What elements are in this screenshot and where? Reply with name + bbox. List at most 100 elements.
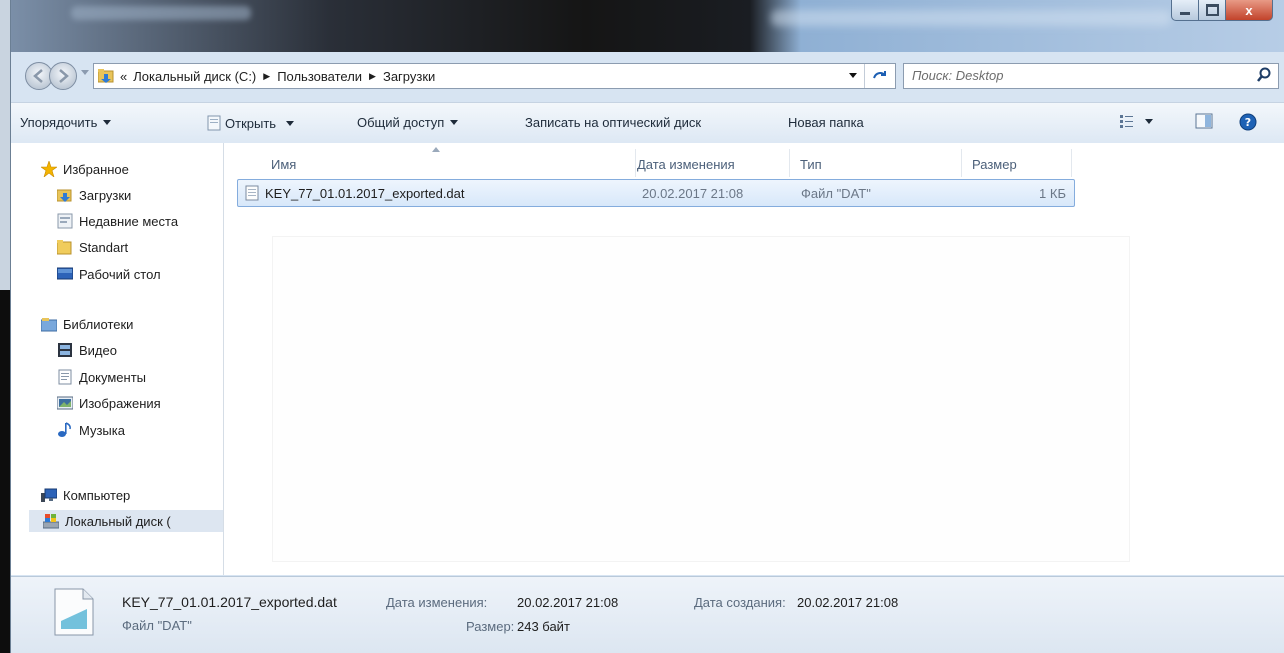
- details-file-type: Файл "DAT": [122, 618, 192, 633]
- nav-item-pictures[interactable]: Изображения: [57, 392, 161, 414]
- maximize-icon: [1205, 4, 1219, 16]
- column-divider[interactable]: [1071, 149, 1072, 177]
- file-list: Имя Дата изменения Тип Размер KEY_77_01.…: [223, 143, 1284, 575]
- column-header-size[interactable]: Размер: [972, 157, 1017, 172]
- breadcrumb-item[interactable]: Загрузки: [383, 69, 435, 84]
- breadcrumb-separator[interactable]: ▶: [263, 71, 270, 82]
- forward-arrow-icon: [59, 69, 69, 83]
- nav-label: Рабочий стол: [79, 266, 161, 282]
- breadcrumb: « Локальный диск (C:) ▶ Пользователи ▶ З…: [120, 69, 435, 84]
- title-bar: x: [11, 0, 1284, 52]
- breadcrumb-overflow[interactable]: «: [120, 69, 127, 84]
- column-header-date[interactable]: Дата изменения: [637, 157, 735, 172]
- nav-label: Компьютер: [63, 487, 131, 503]
- open-button[interactable]: Открыть: [205, 115, 295, 131]
- details-created-label: Дата создания:: [694, 595, 786, 610]
- file-name: KEY_77_01.01.2017_exported.dat: [265, 186, 465, 201]
- folder-download-icon: [98, 69, 114, 83]
- nav-libraries[interactable]: Библиотеки: [41, 313, 133, 335]
- address-history-dropdown[interactable]: [849, 73, 857, 78]
- column-header-name[interactable]: Имя: [271, 157, 296, 172]
- blurred-region: [771, 10, 1171, 26]
- nav-label: Избранное: [63, 161, 129, 177]
- refresh-icon: [873, 71, 886, 79]
- star-icon: [41, 161, 57, 177]
- navigation-pane: Избранное Загрузки Недавние места Standa…: [11, 143, 224, 575]
- recent-pages-dropdown[interactable]: [81, 70, 89, 75]
- nav-item-desktop[interactable]: Рабочий стол: [57, 263, 161, 285]
- libraries-icon: [41, 318, 57, 332]
- explorer-window: x « Локальный диск (C:) ▶ Пользователи ▶…: [10, 0, 1284, 653]
- preview-pane-button[interactable]: [1195, 113, 1213, 129]
- nav-item-documents[interactable]: Документы: [57, 366, 146, 388]
- nav-item-music[interactable]: Музыка: [57, 419, 125, 441]
- svg-text:?: ?: [1245, 116, 1251, 129]
- column-divider[interactable]: [961, 149, 962, 177]
- help-button[interactable]: ?: [1239, 113, 1257, 131]
- computer-icon: [41, 488, 57, 502]
- view-options-button[interactable]: [1119, 113, 1153, 129]
- documents-icon: [58, 369, 72, 385]
- nav-label: Библиотеки: [63, 316, 134, 332]
- sort-ascending-icon: [432, 147, 440, 152]
- breadcrumb-item[interactable]: Пользователи: [277, 69, 362, 84]
- nav-computer[interactable]: Компьютер: [41, 484, 130, 506]
- address-bar[interactable]: « Локальный диск (C:) ▶ Пользователи ▶ З…: [93, 63, 896, 89]
- file-size: 1 КБ: [1039, 186, 1066, 201]
- command-bar: Упорядочить Открыть Общий доступ Записат…: [11, 102, 1284, 144]
- nav-label: Документы: [79, 369, 147, 385]
- window-controls: x: [1171, 0, 1273, 21]
- recent-places-icon: [57, 213, 73, 229]
- nav-label: Изображения: [79, 395, 161, 411]
- nav-favorites[interactable]: Избранное: [41, 158, 129, 180]
- column-divider[interactable]: [635, 149, 636, 177]
- preview-pane-icon: [1195, 113, 1213, 129]
- nav-item-recent-places[interactable]: Недавние места: [57, 210, 178, 232]
- file-large-icon: [54, 588, 94, 636]
- nav-item-video[interactable]: Видео: [57, 339, 117, 361]
- help-icon: ?: [1239, 113, 1257, 131]
- burn-label: Записать на оптический диск: [525, 115, 702, 130]
- chevron-down-icon: [1145, 118, 1153, 124]
- file-date: 20.02.2017 21:08: [642, 186, 744, 201]
- column-header-type[interactable]: Тип: [800, 157, 822, 172]
- nav-item-downloads[interactable]: Загрузки: [57, 184, 131, 206]
- nav-label: Музыка: [79, 422, 125, 438]
- maximize-button[interactable]: [1199, 0, 1226, 21]
- details-modified-value: 20.02.2017 21:08: [517, 595, 619, 610]
- breadcrumb-separator[interactable]: ▶: [369, 71, 376, 82]
- new-folder-label: Новая папка: [788, 115, 864, 130]
- details-file-name: KEY_77_01.01.2017_exported.dat: [122, 594, 337, 610]
- search-input[interactable]: Поиск: Desktop: [912, 68, 1003, 83]
- organize-button[interactable]: Упорядочить: [20, 115, 112, 130]
- content-area: Избранное Загрузки Недавние места Standa…: [11, 143, 1284, 575]
- chevron-down-icon: [103, 120, 112, 125]
- details-size-value: 243 байт: [517, 619, 570, 634]
- share-label: Общий доступ: [357, 115, 445, 130]
- column-divider[interactable]: [789, 149, 790, 177]
- minimize-button[interactable]: [1171, 0, 1199, 21]
- video-icon: [58, 343, 72, 357]
- nav-label: Недавние места: [79, 213, 179, 229]
- nav-label: Видео: [79, 342, 117, 358]
- chevron-down-icon: [286, 120, 295, 126]
- breadcrumb-item[interactable]: Локальный диск (C:): [133, 69, 256, 84]
- details-size-label: Размер:: [466, 619, 515, 634]
- share-button[interactable]: Общий доступ: [357, 115, 459, 130]
- details-pane: KEY_77_01.01.2017_exported.dat Файл "DAT…: [11, 576, 1284, 653]
- minimize-icon: [1180, 11, 1190, 15]
- search-box[interactable]: Поиск: Desktop: [903, 63, 1279, 89]
- folder-icon: [57, 240, 72, 255]
- search-icon[interactable]: [1256, 67, 1272, 83]
- file-row[interactable]: KEY_77_01.01.2017_exported.dat 20.02.201…: [237, 179, 1075, 207]
- music-icon: [58, 422, 71, 437]
- pictures-icon: [57, 396, 73, 410]
- refresh-button[interactable]: [864, 64, 895, 88]
- open-label: Открыть: [225, 115, 277, 131]
- nav-item-local-disk[interactable]: Локальный диск (: [29, 510, 223, 532]
- burn-button[interactable]: Записать на оптический диск: [525, 115, 701, 130]
- nav-item-standart[interactable]: Standart: [57, 236, 128, 258]
- close-button[interactable]: x: [1226, 0, 1273, 21]
- forward-button[interactable]: [49, 62, 77, 90]
- new-folder-button[interactable]: Новая папка: [788, 115, 864, 130]
